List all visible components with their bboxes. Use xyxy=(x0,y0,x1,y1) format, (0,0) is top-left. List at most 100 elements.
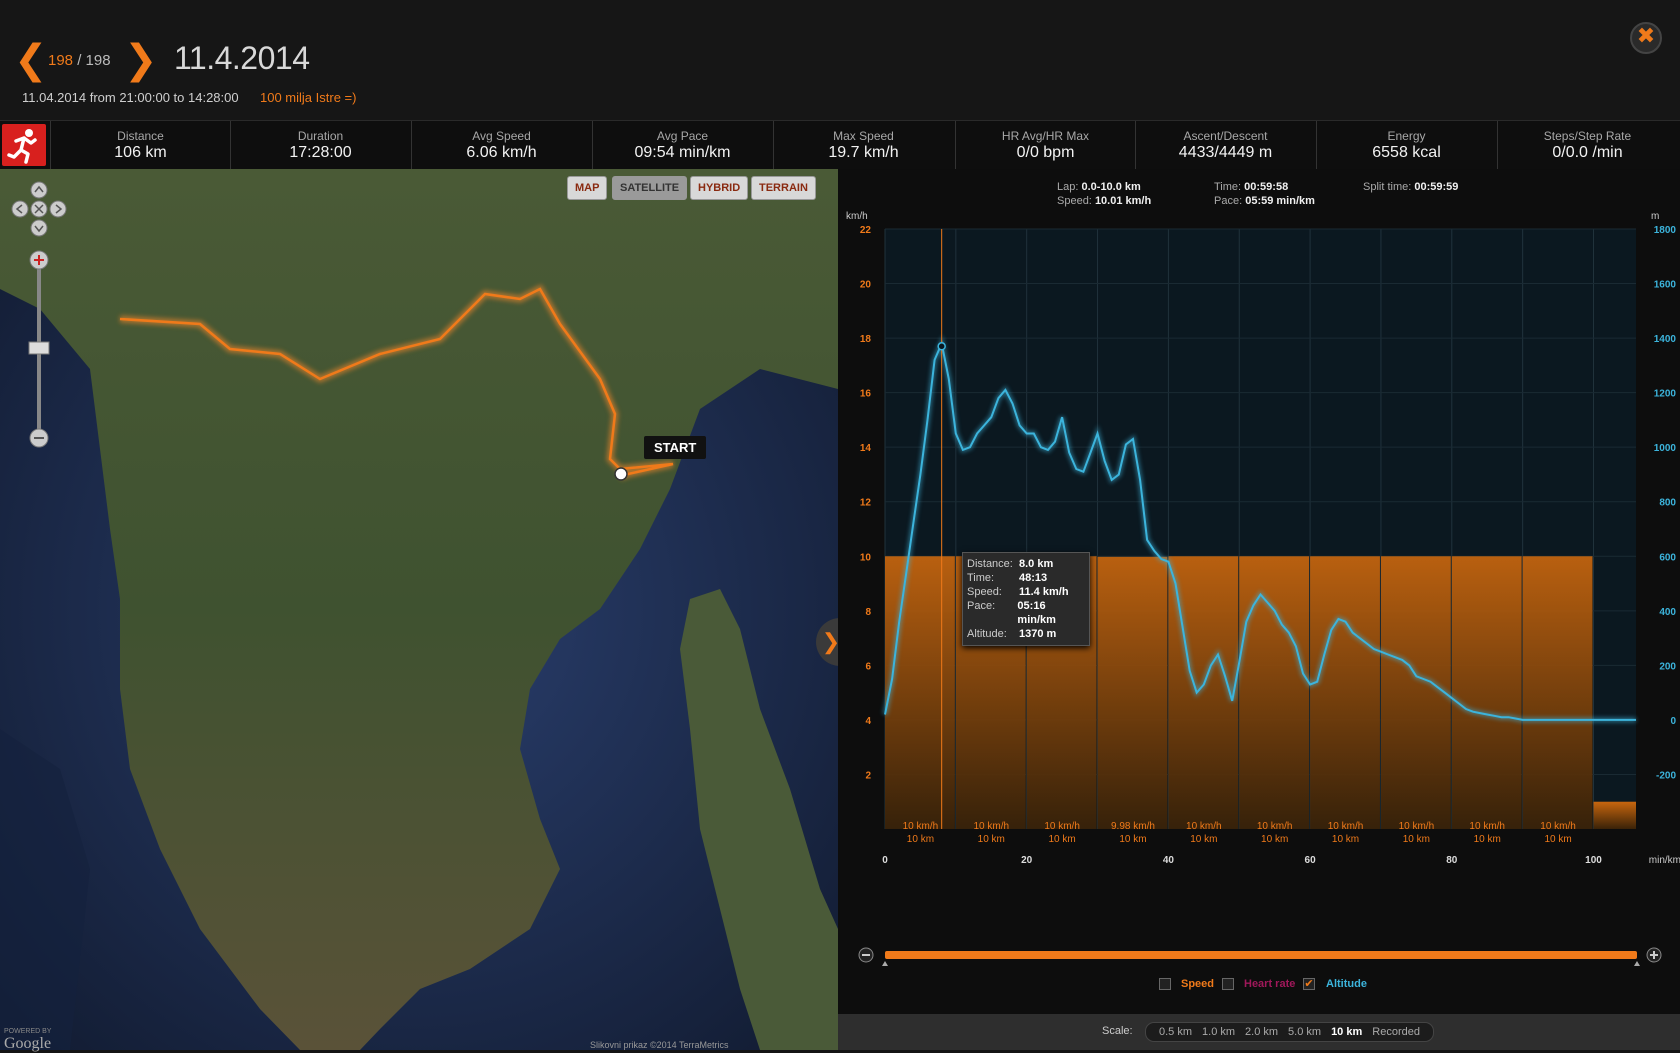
stat-avg-pace: Avg Pace 09:54 min/km xyxy=(592,121,772,169)
cursor-point xyxy=(937,342,946,351)
lap-speed-label: 10 km/h xyxy=(1469,821,1505,832)
map-copyright: Slikovni prikaz ©2014 TerraMetrics xyxy=(590,1040,729,1050)
x-axis-unit: min/km xyxy=(1649,855,1680,866)
right-axis-tick: 1800 xyxy=(1654,225,1677,236)
running-icon xyxy=(2,124,46,166)
lap-distance-label: 10 km xyxy=(1544,834,1571,845)
right-axis-tick: 400 xyxy=(1659,607,1676,618)
right-axis-unit: m xyxy=(1651,211,1659,222)
zoom-control[interactable] xyxy=(28,250,50,450)
lap-bar xyxy=(1522,556,1593,829)
right-axis-tick: 1600 xyxy=(1654,280,1677,291)
lap-speed-label: 10 km/h xyxy=(1399,821,1435,832)
left-axis-tick: 14 xyxy=(860,443,872,454)
stat-heart-rate: HR Avg/HR Max 0/0 bpm xyxy=(955,121,1135,169)
right-axis-tick: 1200 xyxy=(1654,389,1677,400)
lap-bar xyxy=(885,556,955,829)
stat-duration: Duration 17:28:00 xyxy=(230,121,410,169)
right-axis-tick: 1400 xyxy=(1654,334,1677,345)
lap-distance-label: 10 km xyxy=(907,834,934,845)
pan-control[interactable] xyxy=(10,180,68,238)
heart-rate-checkbox[interactable] xyxy=(1222,978,1234,990)
x-axis-tick: 20 xyxy=(1021,855,1033,866)
left-axis-tick: 22 xyxy=(860,225,872,236)
stat-energy: Energy 6558 kcal xyxy=(1316,121,1496,169)
left-axis-tick: 18 xyxy=(860,334,872,345)
lap-distance-label: 10 km xyxy=(1474,834,1501,845)
scale-option-5km[interactable]: 5.0 km xyxy=(1288,1023,1321,1041)
left-axis-tick: 2 xyxy=(865,770,871,781)
range-handles xyxy=(882,961,1640,966)
lap-distance-label: 10 km xyxy=(1190,834,1217,845)
record-counter: 198 / 198 xyxy=(48,52,111,69)
lap-distance-label: 10 km xyxy=(1403,834,1430,845)
scale-option-10km[interactable]: 10 km xyxy=(1331,1023,1362,1041)
x-axis-tick: 40 xyxy=(1163,855,1175,866)
x-axis-tick: 60 xyxy=(1305,855,1317,866)
stat-steps: Steps/Step Rate 0/0.0 /min xyxy=(1497,121,1677,169)
scale-selector: 0.5 km 1.0 km 2.0 km 5.0 km 10 km Record… xyxy=(1145,1022,1434,1042)
scale-option-recorded[interactable]: Recorded xyxy=(1372,1023,1420,1041)
lap-speed-label: 10 km/h xyxy=(973,821,1009,832)
lap-bar-last xyxy=(1593,801,1636,829)
altitude-checkbox[interactable]: ✔ xyxy=(1303,978,1315,990)
lap-speed-label: 10 km/h xyxy=(1257,821,1293,832)
lap-bar xyxy=(1310,556,1380,829)
stat-ascent-descent: Ascent/Descent 4433/4449 m xyxy=(1135,121,1315,169)
right-axis-tick: 200 xyxy=(1659,661,1676,672)
lap-speed-label: 10 km/h xyxy=(1044,821,1080,832)
range-bar xyxy=(885,951,1637,959)
right-axis-tick: 0 xyxy=(1670,716,1676,727)
lap-speed-label: 10 km/h xyxy=(1186,821,1222,832)
legend-speed: Speed xyxy=(1181,978,1215,990)
counter-separator: / xyxy=(77,52,82,69)
scale-option-0-5km[interactable]: 0.5 km xyxy=(1159,1023,1192,1041)
map-type-terrain[interactable]: TERRAIN xyxy=(751,176,816,200)
lap-speed-label: 10 km/h xyxy=(1540,821,1576,832)
lap-distance-label: 10 km xyxy=(1332,834,1359,845)
route-name-link[interactable]: 100 milja Istre =) xyxy=(260,90,356,105)
left-axis-tick: 8 xyxy=(865,607,871,618)
lap-bar xyxy=(1097,556,1168,829)
stat-distance: Distance 106 km xyxy=(50,121,230,169)
speed-checkbox[interactable] xyxy=(1159,978,1171,990)
left-axis-tick: 20 xyxy=(860,280,872,291)
right-axis-tick: -200 xyxy=(1656,770,1676,781)
stat-max-speed: Max Speed 19.7 km/h xyxy=(773,121,953,169)
time-range: 11.04.2014 from 21:00:00 to 14:28:00 xyxy=(22,90,239,105)
stats-bar: Distance 106 km Duration 17:28:00 Avg Spee… xyxy=(0,120,1680,170)
right-axis-tick: 600 xyxy=(1659,552,1676,563)
left-axis-tick: 4 xyxy=(865,716,871,727)
stat-avg-speed: Avg Speed 6.06 km/h xyxy=(411,121,591,169)
scale-label: Scale: xyxy=(1102,1025,1133,1037)
scale-option-1km[interactable]: 1.0 km xyxy=(1202,1023,1235,1041)
lap-distance-label: 10 km xyxy=(1049,834,1076,845)
map-type-hybrid[interactable]: HYBRID xyxy=(690,176,749,200)
left-axis-tick: 12 xyxy=(860,498,872,509)
legend-altitude: Altitude xyxy=(1326,978,1367,990)
previous-arrow-icon[interactable]: ❮ xyxy=(14,40,48,80)
map-type-satellite[interactable]: SATELLITE xyxy=(612,176,688,200)
start-label: START xyxy=(644,436,707,459)
legend-heart-rate: Heart rate xyxy=(1244,978,1296,990)
close-icon[interactable]: ✖ xyxy=(1630,22,1662,54)
total-count: 198 xyxy=(85,52,111,69)
lap-distance-label: 10 km xyxy=(1261,834,1288,845)
left-axis-tick: 10 xyxy=(860,552,872,563)
scale-option-2km[interactable]: 2.0 km xyxy=(1245,1023,1278,1041)
chart-tooltip: Distance: 8.0 km Time: 48:13 Speed: 11.4 km… xyxy=(962,552,1090,646)
right-axis-tick: 1000 xyxy=(1654,443,1677,454)
range-slider[interactable] xyxy=(855,945,1675,969)
lap-bar xyxy=(1451,556,1522,829)
x-axis-tick: 80 xyxy=(1446,855,1458,866)
next-arrow-icon[interactable]: ❯ xyxy=(124,40,158,80)
start-marker[interactable] xyxy=(614,467,628,481)
map-type-map[interactable]: MAP xyxy=(567,176,608,200)
current-index: 198 xyxy=(48,52,74,69)
lap-distance-label: 10 km xyxy=(978,834,1005,845)
left-axis-unit: km/h xyxy=(846,211,868,222)
x-axis-tick: 100 xyxy=(1585,855,1602,866)
lap-bar xyxy=(1380,556,1451,829)
satellite-map[interactable] xyxy=(0,169,838,1050)
page-title: 11.4.2014 xyxy=(174,40,310,76)
